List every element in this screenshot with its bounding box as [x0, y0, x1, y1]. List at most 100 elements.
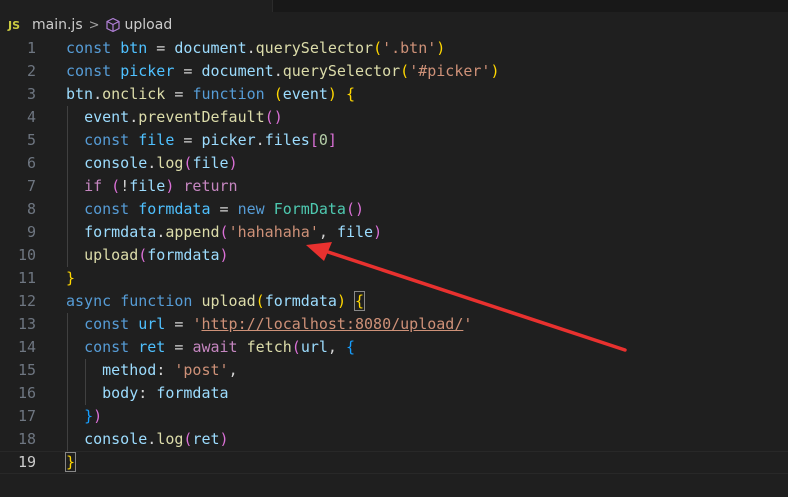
- code-line[interactable]: 7 if (!file) return: [0, 175, 788, 198]
- code-token: const: [84, 131, 139, 149]
- code-token: if: [84, 177, 112, 195]
- code-token: {: [345, 338, 355, 356]
- code-line[interactable]: 4 event.preventDefault(): [0, 106, 788, 129]
- code-token: .: [93, 85, 103, 103]
- code-token: }: [64, 452, 77, 472]
- line-number: 15: [17, 361, 36, 379]
- line-number: 12: [17, 292, 36, 310]
- code-token: picker: [120, 62, 175, 80]
- code-token: ,: [327, 338, 346, 356]
- line-number: 11: [17, 269, 36, 287]
- code-token: (: [255, 292, 265, 310]
- code-token: const: [84, 338, 139, 356]
- code-token: FormData: [273, 200, 346, 218]
- code-text: body: formdata: [66, 382, 229, 405]
- line-number: 14: [17, 338, 36, 356]
- code-token: 'post': [174, 361, 229, 379]
- code-token: ): [219, 246, 229, 264]
- code-token: picker: [201, 131, 256, 149]
- code-line[interactable]: 11}: [0, 267, 788, 290]
- code-token: event: [282, 85, 328, 103]
- code-text: const btn = document.querySelector('.btn…: [66, 37, 445, 60]
- method-cube-icon: [105, 17, 121, 33]
- code-token: method: [102, 361, 157, 379]
- code-token: file: [138, 131, 175, 149]
- code-line[interactable]: 17 }): [0, 405, 788, 428]
- code-token: querySelector: [255, 39, 374, 57]
- code-token: formdata: [264, 292, 337, 310]
- code-line[interactable]: 5 const file = picker.files[0]: [0, 129, 788, 152]
- code-line[interactable]: 16 body: formdata: [0, 382, 788, 405]
- code-token: ): [490, 62, 500, 80]
- line-number: 8: [26, 200, 36, 218]
- code-token: {: [353, 291, 366, 311]
- code-token: querySelector: [282, 62, 401, 80]
- code-line[interactable]: 12 async function upload(formdata) {: [0, 290, 788, 313]
- code-line[interactable]: 15 method: 'post',: [0, 359, 788, 382]
- code-token: (): [345, 200, 365, 218]
- code-editor[interactable]: 1 const btn = document.querySelector('.bt…: [0, 37, 788, 497]
- code-line[interactable]: 10 upload(formdata): [0, 244, 788, 267]
- code-line[interactable]: 18 console.log(ret): [0, 428, 788, 451]
- code-line[interactable]: 19}: [0, 451, 788, 474]
- breadcrumb-symbol[interactable]: upload: [125, 17, 173, 33]
- code-line[interactable]: 2 const picker = document.querySelector('…: [0, 60, 788, 83]
- code-token: ret: [138, 338, 166, 356]
- code-token: (: [111, 177, 121, 195]
- code-token: ,: [318, 223, 337, 241]
- code-text: const formdata = new FormData(): [66, 198, 364, 221]
- code-token: =: [174, 62, 202, 80]
- breadcrumb-file[interactable]: main.js: [32, 17, 83, 33]
- code-token: ): [373, 223, 383, 241]
- line-number: 19: [17, 453, 36, 471]
- code-token: (: [138, 246, 148, 264]
- code-text: async function upload(formdata) {: [66, 290, 366, 313]
- code-token: =: [165, 85, 193, 103]
- code-line[interactable]: 8 const formdata = new FormData(): [0, 198, 788, 221]
- code-token: body: [102, 384, 139, 402]
- code-token: document: [201, 62, 274, 80]
- code-line[interactable]: 6 console.log(file): [0, 152, 788, 175]
- breadcrumb: JS main.js > upload: [0, 12, 788, 38]
- editor-tab-strip: [0, 0, 788, 12]
- code-token: =: [147, 39, 175, 57]
- code-token: ): [336, 292, 346, 310]
- code-text: if (!file) return: [66, 175, 238, 198]
- code-token: ,: [228, 361, 238, 379]
- code-token: document: [174, 39, 247, 57]
- code-token: =: [165, 338, 193, 356]
- code-line[interactable]: 3 btn.onclick = function (event) {: [0, 83, 788, 106]
- code-line[interactable]: 13 const url = 'http://localhost:8080/up…: [0, 313, 788, 336]
- code-token: ): [436, 39, 446, 57]
- line-number: 9: [26, 223, 36, 241]
- active-editor-tab[interactable]: [0, 0, 273, 12]
- code-token: =: [165, 315, 193, 333]
- code-token: formdata: [156, 384, 229, 402]
- code-token: file: [129, 177, 166, 195]
- code-token: const: [84, 200, 139, 218]
- code-line[interactable]: 9 formdata.append('hahahaha', file): [0, 221, 788, 244]
- code-token: append: [165, 223, 220, 241]
- code-text: }): [66, 405, 102, 428]
- code-token: .: [246, 39, 256, 57]
- code-token: formdata: [138, 200, 211, 218]
- code-token: event: [84, 108, 130, 126]
- code-token: (: [273, 85, 283, 103]
- code-token: '#picker': [409, 62, 491, 80]
- code-text: console.log(ret): [66, 428, 229, 451]
- code-line[interactable]: 14 const ret = await fetch(url, {: [0, 336, 788, 359]
- javascript-file-icon: JS: [8, 18, 21, 32]
- code-token: function: [120, 292, 202, 310]
- code-token: return: [183, 177, 238, 195]
- code-token: }: [84, 407, 94, 425]
- code-token: 0: [318, 131, 328, 149]
- line-number: 4: [26, 108, 36, 126]
- code-token: log: [156, 430, 184, 448]
- code-line[interactable]: 1 const btn = document.querySelector('.bt…: [0, 37, 788, 60]
